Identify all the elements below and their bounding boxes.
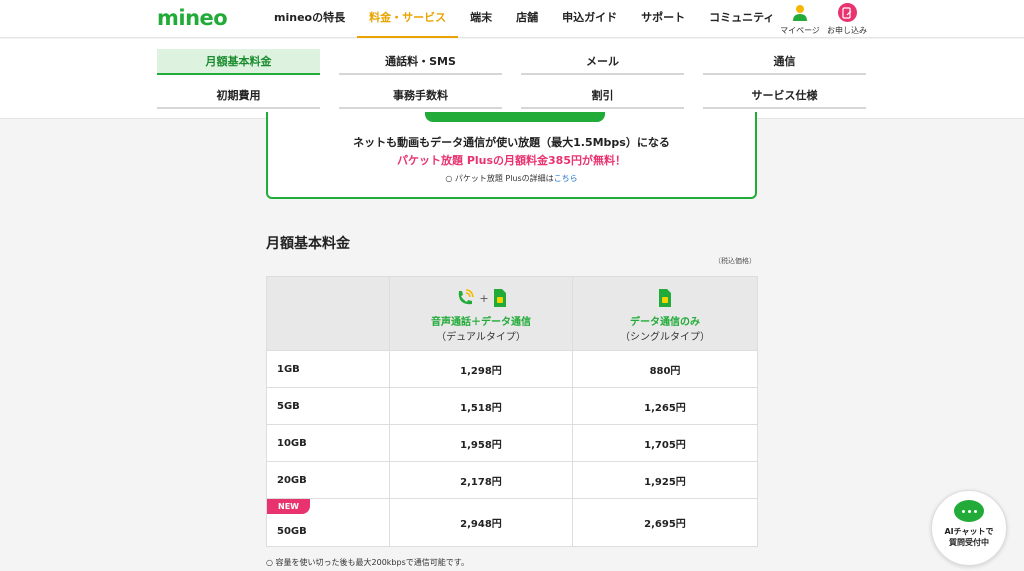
dual-price: 1,958円 xyxy=(390,425,573,461)
table-row: NEW 50GB 2,948円 2,695円 xyxy=(267,498,757,546)
apply-icon xyxy=(837,3,857,22)
plan-capacity: 5GB xyxy=(267,388,390,424)
chat-bubble-icon xyxy=(954,500,984,522)
ai-chat-button[interactable]: AIチャットで 質問受付中 xyxy=(931,490,1007,566)
header-single-type: データ通信のみ （シングルタイプ） xyxy=(573,277,757,350)
single-price: 1,925円 xyxy=(644,476,686,488)
plan-capacity: 10GB xyxy=(267,425,390,461)
sim-card-icon xyxy=(493,289,506,307)
plan-capacity: 1GB xyxy=(267,351,390,387)
plan-capacity: 20GB xyxy=(267,462,390,498)
nav-features[interactable]: mineoの特長 xyxy=(262,0,357,38)
user-icon xyxy=(791,3,810,22)
ai-chat-label-1: AIチャットで xyxy=(944,527,994,536)
footnote: ○ 容量を使い切った後も最大200kbpsで通信可能です。 xyxy=(266,558,469,567)
single-type-title: データ通信のみ xyxy=(630,317,700,328)
nav-support[interactable]: サポート xyxy=(629,0,697,38)
single-price: 880円 xyxy=(649,365,681,377)
single-price: 1,705円 xyxy=(644,439,686,451)
table-header: + 音声通話＋データ通信 （デュアルタイプ） データ通信のみ （シングルタイプ） xyxy=(267,277,757,350)
subnav-call-sms[interactable]: 通話料・SMS xyxy=(339,49,502,75)
apply-button[interactable]: お申し込み xyxy=(819,3,875,36)
subnav-monthly-fee[interactable]: 月額基本料金 xyxy=(157,49,320,75)
dual-price: 2,178円 xyxy=(390,462,573,498)
promo-detail-text: ○ パケット放題 Plusの詳細は xyxy=(445,174,554,183)
header-dual-type: + 音声通話＋データ通信 （デュアルタイプ） xyxy=(390,277,573,350)
table-row: 5GB 1,518円 1,265円 xyxy=(267,387,757,424)
nav-devices[interactable]: 端末 xyxy=(458,0,504,38)
single-type-subtitle: （シングルタイプ） xyxy=(620,332,710,343)
sub-nav: 月額基本料金 通話料・SMS メール 通信 初期費用 事務手数料 割引 サービス… xyxy=(0,39,1024,119)
plan-capacity: 50GB xyxy=(277,526,307,537)
dual-price: 2,948円 xyxy=(390,499,573,546)
table-row: 10GB 1,958円 1,705円 xyxy=(267,424,757,461)
new-badge: NEW xyxy=(267,499,310,514)
dual-type-title: 音声通話＋データ通信 xyxy=(431,317,531,328)
table-row: 1GB 1,298円 880円 xyxy=(267,350,757,387)
sim-card-icon xyxy=(659,289,671,307)
monthly-fee-table: + 音声通話＋データ通信 （デュアルタイプ） データ通信のみ （シングルタイプ）… xyxy=(266,276,758,547)
subnav-admin-fee[interactable]: 事務手数料 xyxy=(339,83,502,109)
tax-note: （税込価格） xyxy=(714,257,756,265)
plan-capacity-cell: NEW 50GB xyxy=(267,499,390,546)
promo-detail: ○ パケット放題 Plusの詳細はこちら xyxy=(268,173,755,184)
dual-type-subtitle: （デュアルタイプ） xyxy=(436,332,526,343)
single-price: 1,265円 xyxy=(644,402,686,414)
nav-pricing-services[interactable]: 料金・サービス xyxy=(357,0,459,38)
section-title: 月額基本料金 xyxy=(266,236,350,252)
nav-stores[interactable]: 店舗 xyxy=(504,0,550,38)
single-price: 2,695円 xyxy=(644,519,686,530)
subnav-data[interactable]: 通信 xyxy=(703,49,866,75)
ai-chat-label-2: 質問受付中 xyxy=(949,538,989,547)
mineo-logo[interactable]: mineo xyxy=(157,6,228,30)
nav-apply-guide[interactable]: 申込ガイド xyxy=(550,0,629,38)
plus-icon: + xyxy=(479,291,489,305)
subnav-initial-cost[interactable]: 初期費用 xyxy=(157,83,320,109)
dual-price: 1,298円 xyxy=(390,351,573,387)
header-blank-cell xyxy=(267,277,390,350)
subnav-service-spec[interactable]: サービス仕様 xyxy=(703,83,866,109)
main-nav: mineoの特長 料金・サービス 端末 店舗 申込ガイド サポート コミュニティ xyxy=(262,0,786,38)
phone-call-icon xyxy=(459,289,475,305)
subnav-mail[interactable]: メール xyxy=(521,49,684,75)
subnav-discount[interactable]: 割引 xyxy=(521,83,684,109)
dual-price: 1,518円 xyxy=(390,388,573,424)
promo-line-1: ネットも動画もデータ通信が使い放題（最大1.5Mbps）になる xyxy=(353,136,670,149)
apply-label: お申し込み xyxy=(827,26,867,35)
promo-detail-link[interactable]: こちら xyxy=(554,174,578,183)
packet-plus-promo: ネットも動画もデータ通信が使い放題（最大1.5Mbps）になる パケット放題 P… xyxy=(266,112,757,199)
site-header: mineo mineoの特長 料金・サービス 端末 店舗 申込ガイド サポート … xyxy=(0,0,1024,38)
promo-line-2: パケット放題 Plusの月額料金385円が無料！ xyxy=(396,154,626,167)
table-row: 20GB 2,178円 1,925円 xyxy=(267,461,757,498)
promo-tab-decoration xyxy=(425,112,605,122)
